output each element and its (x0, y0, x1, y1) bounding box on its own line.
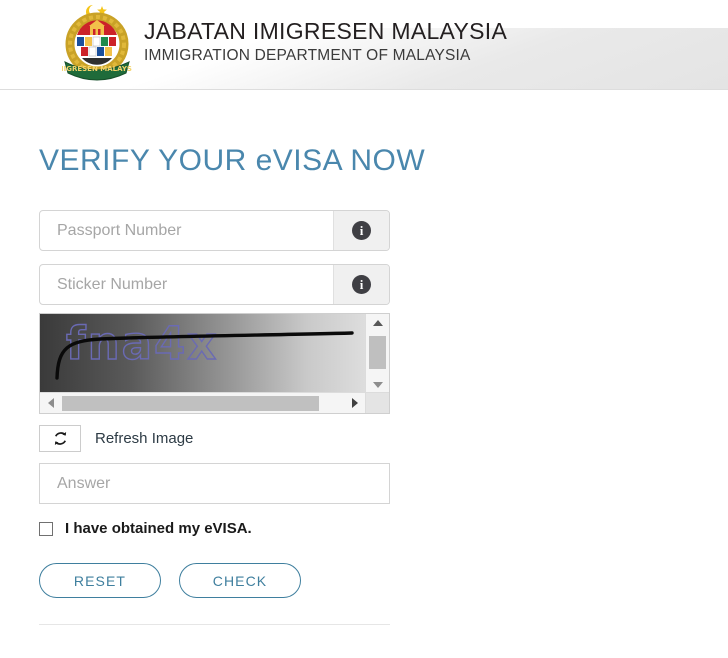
refresh-image-row: Refresh Image (39, 425, 728, 452)
refresh-icon (54, 432, 66, 445)
scroll-down-button[interactable] (366, 376, 389, 393)
page-body: VERIFY YOUR eVISA NOW i i fna4x (0, 143, 728, 625)
header-title-sub: IMMIGRATION DEPARTMENT OF MALAYSIA (144, 47, 471, 64)
scroll-up-button[interactable] (366, 314, 389, 331)
info-icon: i (352, 221, 371, 240)
triangle-left-icon (47, 398, 54, 408)
site-header: IMIGRESEN MALAYSIA JABATAN IMIGRESEN MAL… (0, 0, 728, 90)
evisa-obtained-label[interactable]: I have obtained my eVISA. (65, 520, 252, 537)
evisa-obtained-checkbox[interactable] (39, 521, 53, 536)
header-title-block: JABATAN IMIGRESEN MALAYSIA IMMIGRATION D… (144, 17, 507, 66)
captcha-horizontal-scrollbar[interactable] (40, 392, 365, 413)
captcha-panel: fna4x (39, 313, 390, 414)
malaysia-immigration-crest-icon: IMIGRESEN MALAYSIA (54, 2, 141, 86)
captcha-vertical-scrollbar[interactable] (365, 314, 389, 393)
form-actions: RESET CHECK (39, 563, 728, 598)
triangle-up-icon (372, 319, 383, 326)
sticker-number-field-group: i (39, 264, 390, 305)
bottom-divider (39, 624, 390, 625)
info-icon: i (352, 275, 371, 294)
scrollbar-corner (365, 392, 389, 413)
sticker-number-input[interactable] (40, 265, 333, 304)
triangle-down-icon (372, 381, 383, 388)
sticker-info-button[interactable]: i (333, 265, 389, 304)
scroll-right-button[interactable] (344, 393, 365, 413)
check-button[interactable]: CHECK (179, 563, 301, 598)
passport-number-input[interactable] (40, 211, 333, 250)
header-title-main: JABATAN IMIGRESEN MALAYSIA (144, 18, 508, 44)
captcha-image: fna4x (40, 314, 365, 393)
refresh-image-button[interactable] (39, 425, 81, 452)
answer-field-group (39, 463, 390, 504)
captcha-distortion-line (55, 331, 354, 380)
passport-number-field-group: i (39, 210, 390, 251)
page-title: VERIFY YOUR eVISA NOW (39, 144, 426, 177)
horizontal-scroll-thumb[interactable] (62, 396, 319, 411)
vertical-scroll-thumb[interactable] (369, 336, 386, 369)
passport-info-button[interactable]: i (333, 211, 389, 250)
consent-row: I have obtained my eVISA. (39, 520, 728, 537)
svg-text:IMIGRESEN MALAYSIA: IMIGRESEN MALAYSIA (62, 65, 132, 73)
scroll-left-button[interactable] (40, 393, 61, 413)
refresh-image-label: Refresh Image (95, 430, 194, 447)
answer-input[interactable] (40, 474, 389, 493)
triangle-right-icon (351, 398, 358, 408)
reset-button[interactable]: RESET (39, 563, 161, 598)
